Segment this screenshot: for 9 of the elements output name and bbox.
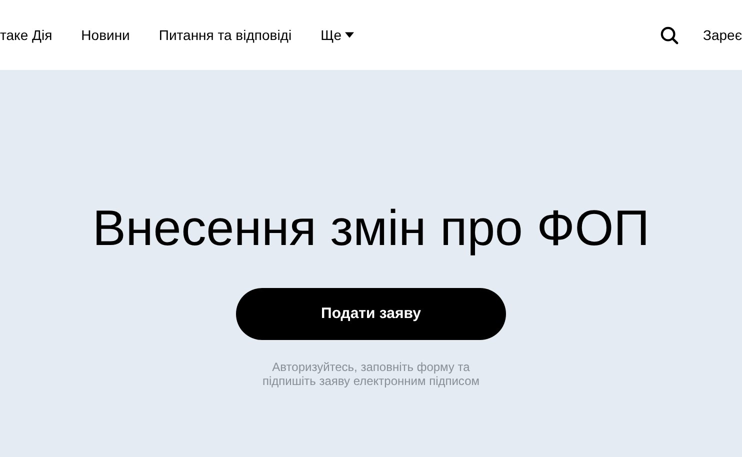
nav-link[interactable]: Ще (320, 24, 354, 46)
search-icon[interactable] (660, 26, 680, 44)
nav-link[interactable]: таке Дія (0, 24, 52, 46)
hint-text: Авторизуйтесь, заповніть форму та підпишіть заяву електронним підписом (262, 360, 480, 388)
apply-button[interactable]: Подати заяву (236, 288, 506, 340)
register-link[interactable]: Зареє (703, 24, 742, 46)
nav-link[interactable]: Питання та відповіді (158, 24, 292, 46)
nav-link[interactable]: Новини (81, 24, 130, 46)
page-title: Внесення змін про ФОП (92, 199, 650, 258)
